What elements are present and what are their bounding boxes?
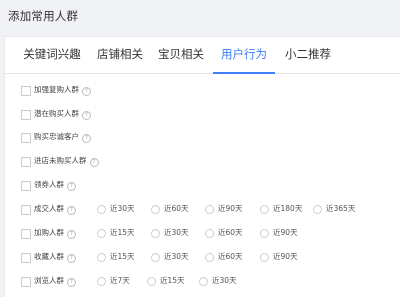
add-to-cart-crowd-label-text: 加购人群 <box>34 228 64 237</box>
row-add-to-cart-crowd: 加购人群? 近15天 近30天 近60天 近90天 <box>5 227 400 241</box>
favorite-crowd-label-text: 收藏人群 <box>34 252 64 261</box>
tab-keyword-interest[interactable]: 关键词兴趣 <box>13 37 91 73</box>
transaction-crowd-checkbox[interactable] <box>21 205 31 215</box>
tab-bar: 关键词兴趣 店铺相关 宝贝相关 用户行为 小二推荐 <box>5 37 400 74</box>
radio-circle-icon <box>199 277 208 286</box>
radio-option-label: 近60天 <box>218 228 243 237</box>
help-icon[interactable]: ? <box>82 134 91 143</box>
tab-user-behavior[interactable]: 用户行为 <box>213 37 275 74</box>
loyal-customer-crowd-label: 购买忠诚客户? <box>34 131 91 143</box>
row-potential-buyer-crowd: 潜在购买人群? <box>5 108 400 122</box>
radio-option-label: 近60天 <box>164 204 189 213</box>
transaction-crowd-label: 成交人群? <box>34 203 76 215</box>
row-favorite-crowd: 收藏人群? 近15天 近30天 近60天 近90天 <box>5 251 400 265</box>
radio-option-label: 近30天 <box>164 252 189 261</box>
radio-circle-icon <box>97 205 106 214</box>
row-browse-crowd: 浏览人群? 近7天 近15天 近30天 <box>5 275 400 289</box>
radio-circle-icon <box>147 277 156 286</box>
row-loyal-customer-crowd: 购买忠诚客户? <box>5 131 400 145</box>
add-to-cart-crowd-checkbox[interactable] <box>21 229 31 239</box>
repurchase-crowd-checkbox[interactable] <box>21 86 31 96</box>
radio-option-label: 近30天 <box>212 276 237 285</box>
tab-item-related[interactable]: 宝贝相关 <box>149 37 213 73</box>
repurchase-crowd-label: 加强复购人群? <box>34 84 91 96</box>
radio-option-label: 近365天 <box>326 204 356 213</box>
radio-option-label: 近15天 <box>110 228 135 237</box>
tab-staff-recommend[interactable]: 小二推荐 <box>275 37 341 73</box>
loyal-customer-crowd-checkbox[interactable] <box>21 133 31 143</box>
radio-option-label: 近90天 <box>273 228 298 237</box>
loyal-customer-crowd-label-text: 购买忠诚客户 <box>34 132 79 141</box>
radio-circle-icon <box>313 205 322 214</box>
browse-crowd-label-text: 浏览人群 <box>34 276 64 285</box>
help-icon[interactable]: ? <box>67 278 76 287</box>
radio-circle-icon <box>97 253 106 262</box>
visited-not-purchased-crowd-label-text: 进店未购买人群 <box>34 156 87 165</box>
radio-option-label: 近15天 <box>110 252 135 261</box>
help-icon[interactable]: ? <box>67 254 76 263</box>
radio-option-label: 近30天 <box>164 228 189 237</box>
coupon-crowd-checkbox[interactable] <box>21 181 31 191</box>
radio-circle-icon <box>205 205 214 214</box>
favorite-crowd-label: 收藏人群? <box>34 251 76 263</box>
coupon-crowd-label: 领券人群? <box>34 179 76 191</box>
favorite-crowd-checkbox[interactable] <box>21 253 31 263</box>
row-transaction-crowd: 成交人群? 近30天 近60天 近90天 近180天 近365天 <box>5 203 400 217</box>
radio-circle-icon <box>205 253 214 262</box>
radio-circle-icon <box>151 205 160 214</box>
row-visited-not-purchased-crowd: 进店未购买人群? <box>5 155 400 169</box>
radio-circle-icon <box>205 229 214 238</box>
potential-buyer-crowd-label-text: 潜在购买人群 <box>34 109 79 118</box>
browse-crowd-checkbox[interactable] <box>21 277 31 287</box>
radio-option-label: 近180天 <box>273 204 303 213</box>
potential-buyer-crowd-checkbox[interactable] <box>21 110 31 120</box>
tab-shop-related[interactable]: 店铺相关 <box>91 37 149 73</box>
transaction-crowd-label-text: 成交人群 <box>34 204 64 213</box>
coupon-crowd-label-text: 领券人群 <box>34 180 64 189</box>
page-header: 添加常用人群 <box>0 0 400 32</box>
radio-circle-icon <box>260 205 269 214</box>
radio-option-label: 近30天 <box>110 204 135 213</box>
help-icon[interactable]: ? <box>82 87 91 96</box>
help-icon[interactable]: ? <box>67 230 76 239</box>
crowd-panel: 关键词兴趣 店铺相关 宝贝相关 用户行为 小二推荐 加强复购人群? 潜在购买人群?… <box>4 36 400 297</box>
row-coupon-crowd: 领券人群? <box>5 179 400 193</box>
help-icon[interactable]: ? <box>89 158 99 167</box>
active-tab-indicator <box>213 72 275 74</box>
radio-option-label: 近7天 <box>110 276 130 285</box>
radio-circle-icon <box>97 229 106 238</box>
radio-circle-icon <box>260 229 269 238</box>
add-to-cart-crowd-label: 加购人群? <box>34 227 76 239</box>
radio-circle-icon <box>97 277 106 286</box>
help-icon[interactable]: ? <box>82 111 91 120</box>
radio-circle-icon <box>151 229 160 238</box>
repurchase-crowd-label-text: 加强复购人群 <box>34 85 79 94</box>
visited-not-purchased-crowd-checkbox[interactable] <box>21 157 31 167</box>
tab-user-behavior-label: 用户行为 <box>221 47 267 61</box>
potential-buyer-crowd-label: 潜在购买人群? <box>34 108 91 120</box>
radio-option-label: 近15天 <box>160 276 185 285</box>
page-title: 添加常用人群 <box>8 9 79 23</box>
visited-not-purchased-crowd-label: 进店未购买人群? <box>34 155 99 167</box>
row-repurchase-crowd: 加强复购人群? <box>5 84 400 98</box>
browse-crowd-label: 浏览人群? <box>34 275 76 287</box>
radio-option-label: 近60天 <box>218 252 243 261</box>
help-icon[interactable]: ? <box>67 182 76 191</box>
radio-option-label: 近90天 <box>218 204 243 213</box>
help-icon[interactable]: ? <box>67 206 76 215</box>
radio-option-label: 近90天 <box>273 252 298 261</box>
radio-circle-icon <box>260 253 269 262</box>
radio-circle-icon <box>151 253 160 262</box>
